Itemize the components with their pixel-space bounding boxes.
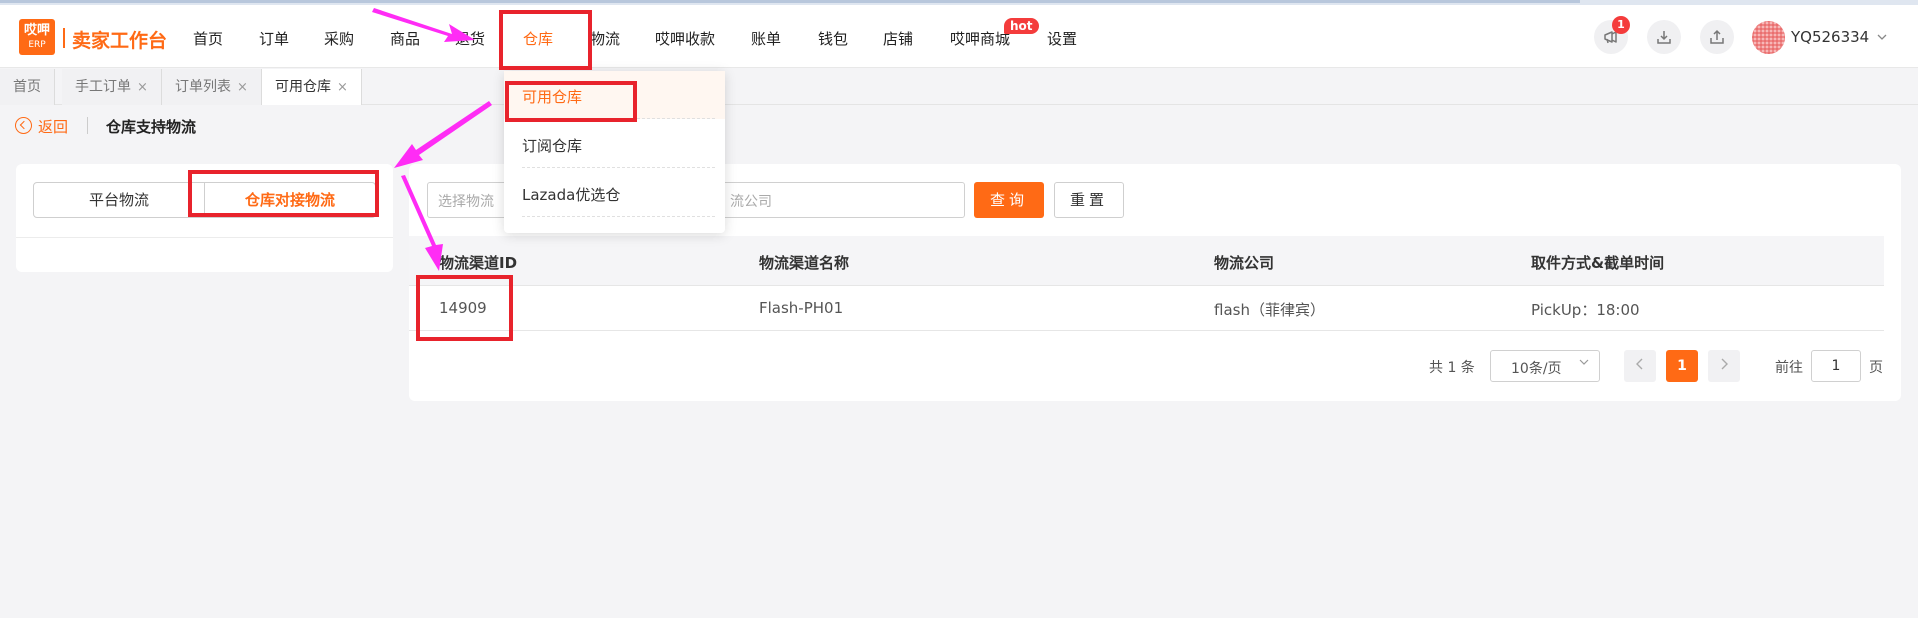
menu-item-label: Lazada优选仓 — [522, 186, 621, 204]
goto-unit: 页 — [1869, 360, 1883, 376]
close-icon[interactable]: × — [137, 80, 148, 95]
prev-page-button[interactable] — [1624, 350, 1656, 382]
close-icon[interactable]: × — [337, 80, 348, 95]
nav-item-logistics[interactable]: 物流 — [590, 28, 620, 49]
tab-label: 订单列表 — [175, 79, 231, 95]
chevron-left-icon — [1636, 358, 1643, 370]
page-number-button[interactable]: 1 — [1666, 350, 1698, 382]
channel-select-placeholder: 选择物流 — [438, 194, 494, 210]
logo-subtext: ERP — [28, 40, 46, 50]
annotation-arrow — [394, 101, 492, 168]
annotation-box-warehouse-nav — [499, 10, 592, 70]
pagination-total: 共 1 条 — [1429, 360, 1475, 376]
goto-page-input[interactable]: 1 — [1811, 350, 1861, 382]
cell-company: flash（菲律宾） — [1214, 301, 1325, 319]
upload-button[interactable] — [1700, 20, 1734, 54]
reset-button[interactable]: 重置 — [1054, 182, 1124, 218]
menu-item-label: 订阅仓库 — [522, 137, 583, 155]
table-row: 14909 Flash-PH01 flash（菲律宾） PickUp：18:00 — [409, 286, 1884, 331]
annotation-box-available-warehouse — [505, 81, 637, 122]
nav-item-stores[interactable]: 店铺 — [883, 28, 913, 49]
next-page-button[interactable] — [1708, 350, 1740, 382]
tab-available-warehouse[interactable]: 可用仓库 × — [262, 69, 362, 105]
page-size-value: 10条/页 — [1511, 361, 1562, 377]
tab-home[interactable]: 首页 — [0, 69, 55, 105]
goto-label: 前往 — [1775, 360, 1803, 376]
column-header: 物流渠道ID — [439, 254, 518, 272]
column-header: 取件方式&截单时间 — [1531, 254, 1665, 272]
logo-divider — [63, 28, 65, 48]
back-arrow-icon[interactable] — [15, 117, 32, 134]
nav-item-orders[interactable]: 订单 — [259, 28, 289, 49]
brand-name: 卖家工作台 — [72, 30, 168, 52]
page-size-select[interactable]: 10条/页 — [1490, 350, 1600, 382]
tab-label: 手工订单 — [75, 79, 131, 95]
column-header: 物流渠道名称 — [759, 254, 850, 272]
tab-label: 首页 — [13, 79, 41, 95]
nav-item-purchase[interactable]: 采购 — [324, 28, 354, 49]
hot-badge: hot — [1004, 18, 1039, 34]
cell-pickup-time: PickUp：18:00 — [1531, 301, 1640, 319]
annotation-box-channel-id — [416, 275, 513, 341]
close-icon[interactable]: × — [237, 80, 248, 95]
menu-item-subscribed-warehouse[interactable]: 订阅仓库 — [504, 120, 725, 168]
username[interactable]: YQ526334 — [1791, 28, 1869, 46]
tab-manual-order[interactable]: 手工订单 × — [62, 69, 162, 105]
table-header: 物流渠道ID 物流渠道名称 物流公司 取件方式&截单时间 — [409, 236, 1884, 286]
download-icon — [1657, 31, 1671, 44]
nav-item-payments[interactable]: 哎呷收款 — [655, 28, 715, 49]
nav-item-products[interactable]: 商品 — [390, 28, 420, 49]
segment-platform-logistics[interactable]: 平台物流 — [33, 182, 205, 218]
avatar[interactable] — [1752, 21, 1785, 54]
tab-bar: 首页 手工订单 × 订单列表 × 可用仓库 × — [0, 69, 1918, 105]
notification-badge: 1 — [1612, 16, 1630, 34]
top-header: 哎呷 ERP 卖家工作台 首页 订单 采购 商品 退货 仓库 物流 哎呷收款 账… — [0, 5, 1918, 68]
tab-label: 可用仓库 — [275, 79, 331, 95]
menu-item-lazada-warehouse[interactable]: Lazada优选仓 — [504, 169, 725, 217]
back-link[interactable]: 返回 — [38, 116, 68, 137]
page-title: 仓库支持物流 — [106, 118, 197, 136]
divider — [87, 117, 88, 134]
upload-icon — [1710, 29, 1724, 44]
nav-item-mall[interactable]: 哎呷商城 — [950, 28, 1010, 49]
column-header: 物流公司 — [1214, 254, 1275, 272]
search-button[interactable]: 查询 — [974, 182, 1044, 218]
nav-item-home[interactable]: 首页 — [193, 28, 223, 49]
tab-order-list[interactable]: 订单列表 × — [162, 69, 262, 105]
annotation-box-warehouse-logistics — [188, 170, 379, 217]
chevron-right-icon — [1721, 358, 1728, 370]
chevron-down-icon[interactable] — [1877, 34, 1887, 40]
download-button[interactable] — [1647, 20, 1681, 54]
logo[interactable]: 哎呷 ERP — [19, 19, 55, 55]
logo-text: 哎呷 — [23, 23, 50, 38]
nav-item-settings[interactable]: 设置 — [1047, 28, 1077, 49]
chevron-down-icon — [1579, 359, 1589, 365]
nav-item-bills[interactable]: 账单 — [751, 28, 781, 49]
company-select-placeholder: 流公司 — [730, 194, 772, 210]
nav-item-returns[interactable]: 退货 — [455, 28, 485, 49]
divider — [16, 237, 393, 238]
cell-channel-name: Flash-PH01 — [759, 299, 844, 317]
nav-item-wallet[interactable]: 钱包 — [818, 28, 848, 49]
